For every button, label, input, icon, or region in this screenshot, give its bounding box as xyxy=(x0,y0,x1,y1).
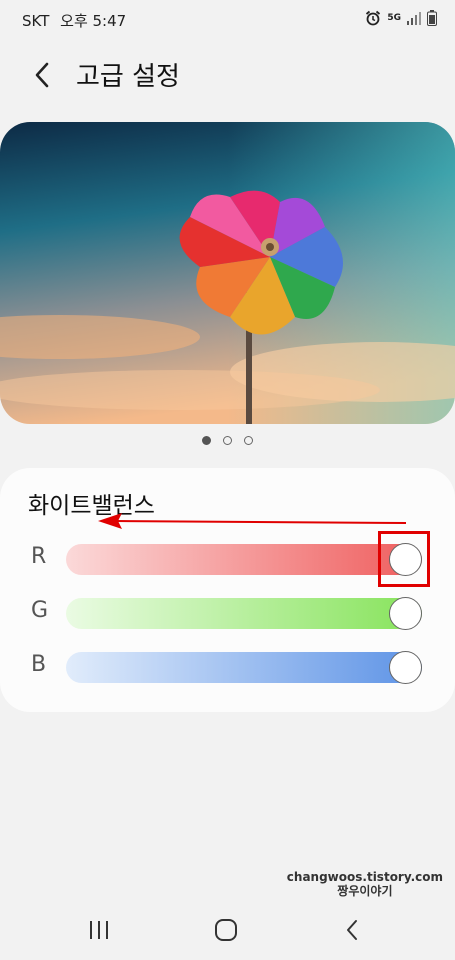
watermark-name: 짱우이야기 xyxy=(337,884,393,898)
signal-icon xyxy=(407,12,421,25)
status-icons: 5G xyxy=(365,10,437,26)
slider-row-b: B xyxy=(0,646,455,686)
slider-label-b: B xyxy=(31,652,47,677)
slider-knob-g[interactable] xyxy=(389,597,422,630)
home-button[interactable] xyxy=(211,917,241,943)
status-bar: SKT 오후 5:47 5G xyxy=(0,0,455,40)
back-icon xyxy=(347,920,357,940)
home-icon xyxy=(215,919,237,941)
back-nav-button[interactable] xyxy=(338,917,368,943)
recent-apps-button[interactable] xyxy=(84,917,114,943)
recent-apps-icon xyxy=(90,921,108,939)
page-title: 고급 설정 xyxy=(76,62,180,92)
watermark: changwoos.tistory.com 짱우이야기 xyxy=(287,870,443,898)
page-dot-1[interactable] xyxy=(202,436,211,445)
white-balance-card: 화이트밸런스 R G B xyxy=(0,468,455,712)
battery-icon xyxy=(427,10,437,26)
navigation-bar xyxy=(0,900,455,960)
app-header: 고급 설정 xyxy=(0,50,455,100)
page-indicator xyxy=(0,436,455,445)
preview-image[interactable] xyxy=(0,122,455,424)
alarm-icon xyxy=(366,10,381,26)
slider-label-g: G xyxy=(31,598,49,623)
annotation-arrow xyxy=(98,513,407,529)
back-button[interactable] xyxy=(28,58,58,92)
chevron-left-icon xyxy=(35,62,49,88)
watermark-url: changwoos.tistory.com xyxy=(286,870,443,884)
slider-knob-b[interactable] xyxy=(389,651,422,684)
slider-track-b[interactable] xyxy=(66,651,422,684)
slider-row-g: G xyxy=(0,592,455,632)
slider-track-g[interactable] xyxy=(66,597,422,630)
annotation-highlight-box xyxy=(378,531,430,587)
clock: 오후 5:47 xyxy=(60,12,127,30)
slider-label-r: R xyxy=(31,544,47,569)
slider-track-r[interactable] xyxy=(66,543,422,576)
status-left: SKT 오후 5:47 xyxy=(22,10,126,31)
pinwheel-photo xyxy=(0,122,455,424)
page-dot-2[interactable] xyxy=(223,436,232,445)
page-dot-3[interactable] xyxy=(244,436,253,445)
carrier-label: SKT xyxy=(22,12,50,30)
network-type: 5G xyxy=(387,12,401,23)
